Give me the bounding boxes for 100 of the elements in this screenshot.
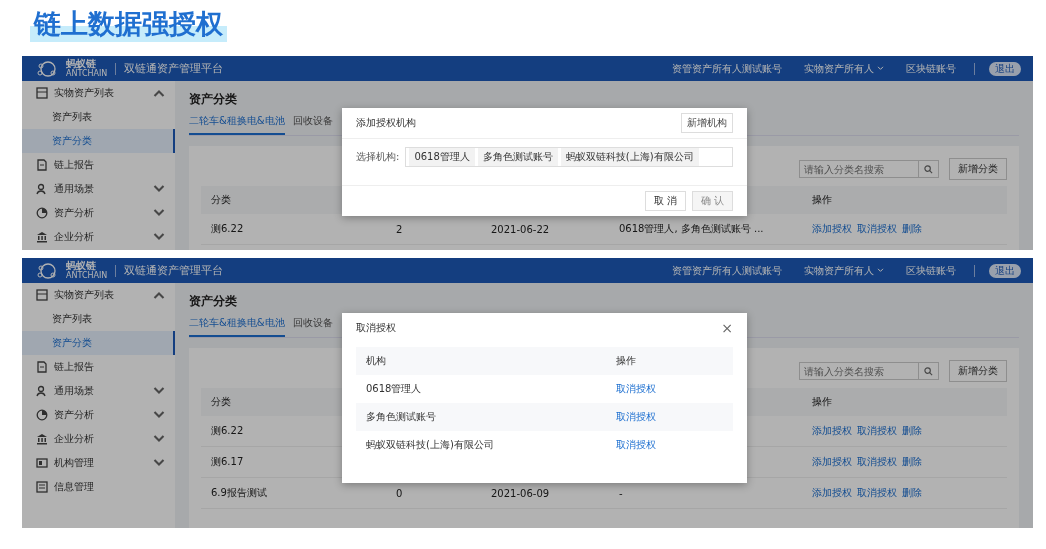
action-link[interactable]: 添加授权 [812,424,852,438]
column-header: 分类 [211,194,231,205]
table-cell: - [619,487,623,499]
action-link[interactable]: 添加授权 [812,486,852,500]
pie-chart-icon [36,409,48,421]
close-button[interactable]: × [721,320,733,336]
table-cell: 0618管理人, 多角色测试账号 ... [619,223,764,234]
table-cell: 测6.22 [211,425,244,436]
column-header: 操作 [812,194,832,205]
logout-button[interactable]: 退出 [989,263,1021,278]
table-cell: 测6.22 [211,223,244,234]
cancel-button[interactable]: 取 消 [644,191,686,211]
sidebar-item[interactable]: 企业分析 [22,427,175,451]
sidebar-item[interactable]: 资产分析 [22,201,175,225]
pie-chart-icon [36,207,48,219]
sidebar-item[interactable]: 实物资产列表 [22,81,175,105]
action-link[interactable]: 添加授权 [812,455,852,469]
dialog-title: 取消授权 [356,321,396,335]
role-dropdown[interactable]: 实物资产所有人 [804,263,884,278]
revoke-link[interactable]: 取消授权 [616,383,656,394]
chain-account-link[interactable]: 区块链账号 [906,61,956,76]
table-cell: 测6.17 [211,456,244,467]
sidebar-item[interactable]: 实物资产列表 [22,283,175,307]
sidebar-item[interactable]: 机构管理 [22,451,175,475]
tab[interactable]: 回收设备 [292,113,333,135]
table-cell: 0 [396,487,403,499]
action-link[interactable]: 删除 [902,486,922,500]
sidebar-item[interactable]: 资产列表 [22,307,175,331]
column-header: 操作 [616,355,636,366]
form-icon [36,481,48,493]
search-icon[interactable] [919,160,939,178]
sidebar-item[interactable]: 链上报告 [22,153,175,177]
table-cell: 2 [396,223,403,235]
search-icon[interactable] [919,362,939,380]
field-label: 选择机构: [356,150,400,164]
revoke-link[interactable]: 取消授权 [616,411,656,422]
sidebar-item[interactable]: 资产分析 [22,403,175,427]
search-field[interactable]: 请输入分类名搜索 [799,362,919,380]
action-link[interactable]: 删除 [902,222,922,236]
app-name: 双链通资产管理平台 [124,61,224,76]
tab[interactable]: 二轮车&租换电&电池 [189,315,285,337]
sidebar-item[interactable]: 通用场景 [22,177,175,201]
list-icon [36,289,48,301]
org-select-field[interactable]: 0618管理人 多角色测试账号 蚂蚁双链科技(上海)有限公司 [405,147,733,167]
table-cell: 多角色测试账号 [366,411,436,422]
logo-text: 蚂蚁链 [66,58,97,70]
dialog-title: 添加授权机构 [356,116,416,130]
action-link[interactable]: 删除 [902,455,922,469]
tab[interactable]: 回收设备 [292,315,333,337]
column-header: 分类 [211,396,231,407]
page-title: 资产分类 [189,293,238,310]
action-link[interactable]: 取消授权 [857,486,897,500]
page-title: 资产分类 [189,91,238,108]
list-icon [36,87,48,99]
logo-icon [36,261,58,280]
add-category-button[interactable]: 新增分类 [949,158,1007,180]
action-link[interactable]: 添加授权 [812,222,852,236]
search-field[interactable]: 请输入分类名搜索 [799,160,919,178]
sidebar-item[interactable]: 企业分析 [22,225,175,249]
column-header: 操作 [812,396,832,407]
document-icon [36,159,48,171]
sidebar-item[interactable]: 资产分类 [22,331,175,355]
bank-icon [36,231,48,243]
logo-icon [36,59,58,78]
bank-icon [36,433,48,445]
logo-subtext: ANTCHAIN [66,70,108,79]
account-name: 资管资产所有人测试账号 [672,61,782,76]
revoke-link[interactable]: 取消授权 [616,439,656,450]
table-cell: 0618管理人 [366,383,422,394]
new-org-button[interactable]: 新增机构 [681,113,733,133]
chevron-down-icon [877,66,884,71]
document-icon [36,361,48,373]
action-link[interactable]: 取消授权 [857,455,897,469]
chain-account-link[interactable]: 区块链账号 [906,263,956,278]
tab[interactable]: 二轮车&租换电&电池 [189,113,285,135]
logo-text: 蚂蚁链 [66,260,97,272]
org-tag: 蚂蚁双链科技(上海)有限公司 [560,148,699,166]
account-name: 资管资产所有人测试账号 [672,263,782,278]
table-cell: 蚂蚁双链科技(上海)有限公司 [366,439,494,450]
org-tag: 多角色测试账号 [477,148,558,166]
column-header: 机构 [366,355,386,366]
logout-button[interactable]: 退出 [989,61,1021,76]
table-cell: 2021-06-09 [491,487,550,499]
sidebar-item[interactable]: 通用场景 [22,379,175,403]
action-link[interactable]: 删除 [902,424,922,438]
add-category-button[interactable]: 新增分类 [949,360,1007,382]
person-icon [36,183,48,195]
sidebar-item[interactable]: 资产列表 [22,105,175,129]
role-dropdown[interactable]: 实物资产所有人 [804,61,884,76]
logo-subtext: ANTCHAIN [66,272,108,281]
sidebar-item[interactable]: 链上报告 [22,355,175,379]
action-link[interactable]: 取消授权 [857,424,897,438]
table-cell: 2021-06-22 [491,223,550,235]
sidebar-item[interactable]: 资产分类 [22,129,175,153]
app-name: 双链通资产管理平台 [124,263,224,278]
sidebar-item[interactable]: 信息管理 [22,475,175,499]
action-link[interactable]: 取消授权 [857,222,897,236]
table-cell: 6.9报告测试 [211,487,267,498]
chevron-down-icon [877,268,884,273]
org-tag: 0618管理人 [409,148,475,166]
